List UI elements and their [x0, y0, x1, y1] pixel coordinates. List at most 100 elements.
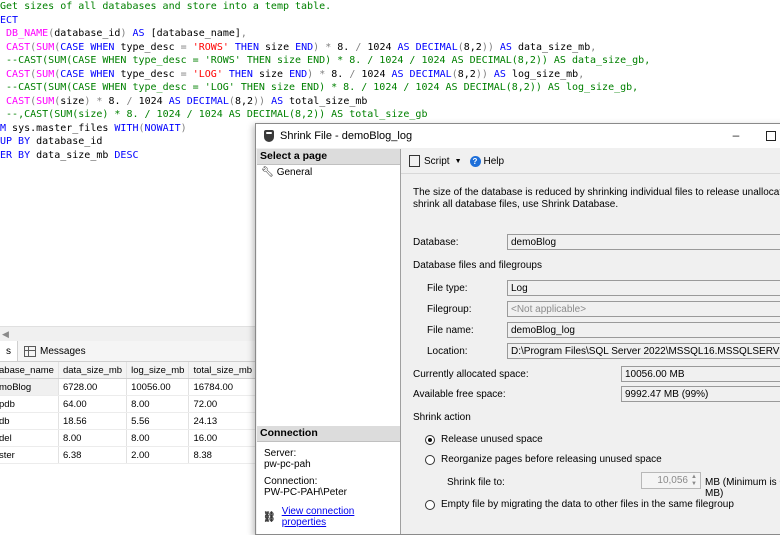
table-cell[interactable]: 72.00	[188, 395, 258, 413]
tab-messages[interactable]: Messages	[18, 341, 92, 361]
free-space-field[interactable]: 9992.47 MB (99%)	[621, 386, 780, 402]
select-page-header: Select a page	[257, 149, 400, 165]
release-unused-radio[interactable]	[425, 435, 435, 445]
code-token: ,	[578, 68, 585, 80]
reorganize-label[interactable]: Reorganize pages before releasing unused…	[441, 454, 662, 465]
code-token: WITH	[114, 122, 139, 134]
server-value: pw-pc-pah	[264, 459, 311, 470]
reorganize-radio[interactable]	[425, 455, 435, 465]
help-icon: ?	[469, 155, 481, 167]
view-connection-link[interactable]: View connection properties	[282, 506, 400, 528]
filegroup-select[interactable]: <Not applicable>	[507, 301, 780, 317]
minimize-button[interactable]: –	[721, 124, 751, 148]
script-button[interactable]: Script	[424, 156, 450, 167]
code-token: ER BY	[0, 149, 31, 161]
table-cell[interactable]: 8.00	[126, 429, 190, 447]
editor-horizontal-scrollbar[interactable]: ◀	[0, 326, 258, 341]
dialog-title: Shrink File - demoBlog_log	[280, 130, 413, 142]
code-token: SUM	[36, 41, 55, 53]
column-header[interactable]: total_size_mb	[188, 362, 258, 379]
table-row[interactable]: moBlog 6728.00 10056.00 16784.00	[0, 378, 258, 396]
code-token: END	[295, 41, 314, 53]
page-general[interactable]: 🔧︎ General	[257, 165, 400, 178]
code-token: SUM	[36, 95, 55, 107]
table-cell[interactable]: 2.00	[126, 446, 190, 464]
code-token: ,	[590, 41, 597, 53]
tab-results[interactable]: s	[0, 341, 18, 361]
stepper-arrows-icon[interactable]: ▲ ▼	[690, 474, 698, 488]
table-cell[interactable]: 8.00	[126, 395, 190, 413]
filetype-label: File type:	[427, 283, 468, 294]
connection-section: Connection Server: pw-pc-pah Connection:…	[257, 426, 400, 528]
code-line[interactable]: CAST(SUM(CASE WHEN type_desc = 'ROWS' TH…	[0, 41, 650, 55]
table-cell[interactable]: 8.38	[188, 446, 258, 464]
code-token: --,CAST(SUM(size) * 8. / 1024 / 1024 AS …	[6, 109, 428, 120]
code-line[interactable]: DB_NAME(database_id) AS [database_name],	[0, 27, 650, 41]
column-header[interactable]: log_size_mb	[126, 362, 190, 379]
description-line-1: The size of the database is reduced by s…	[413, 187, 780, 198]
code-token: CAST	[6, 68, 31, 80]
code-token: 1024	[132, 95, 169, 107]
table-cell[interactable]: ster	[0, 446, 59, 464]
database-field[interactable]: demoBlog	[507, 234, 780, 250]
code-token: AS	[132, 28, 145, 39]
code-token: ECT	[0, 14, 19, 26]
table-cell[interactable]: 5.56	[126, 412, 190, 430]
results-grid[interactable]: abase_name data_size_mb log_size_mb total_s…	[0, 362, 258, 464]
code-line[interactable]: --CAST(SUM(CASE WHEN type_desc = 'ROWS' …	[0, 54, 650, 68]
view-connection-properties[interactable]: ⛓ View connection properties	[257, 498, 400, 528]
filename-select[interactable]: demoBlog_log	[507, 322, 780, 338]
tab-messages-label: Messages	[40, 345, 86, 357]
dialog-titlebar[interactable]: Shrink File - demoBlog_log –	[256, 124, 780, 148]
dialog-right-pane: Script ▼ ? Help The size of the database…	[401, 149, 780, 534]
table-cell[interactable]: 6728.00	[58, 378, 128, 396]
code-token: sys.master_files	[6, 122, 115, 134]
code-token: 8.	[325, 68, 350, 80]
code-token: 8,2	[234, 95, 253, 107]
column-header[interactable]: data_size_mb	[58, 362, 128, 379]
code-line[interactable]: CAST(SUM(size) * 8. / 1024 AS DECIMAL(8,…	[0, 95, 650, 109]
scroll-left-icon[interactable]: ◀	[2, 327, 9, 341]
code-token: size	[252, 68, 290, 80]
release-unused-label[interactable]: Release unused space	[441, 434, 543, 445]
code-line[interactable]: CAST(SUM(CASE WHEN type_desc = 'LOG' THE…	[0, 68, 650, 82]
location-label: Location:	[427, 346, 468, 357]
table-cell[interactable]: 8.00	[58, 429, 128, 447]
filetype-select[interactable]: Log	[507, 280, 780, 296]
table-cell[interactable]: 16.00	[188, 429, 258, 447]
table-row[interactable]: del 8.00 8.00 16.00	[0, 429, 258, 447]
column-header[interactable]: abase_name	[0, 362, 59, 379]
empty-file-label[interactable]: Empty file by migrating the data to othe…	[441, 499, 734, 510]
table-cell[interactable]: moBlog	[0, 378, 59, 396]
code-line[interactable]: ECT	[0, 14, 650, 28]
table-cell[interactable]: 64.00	[58, 395, 128, 413]
table-cell[interactable]: del	[0, 429, 59, 447]
dialog-description: The size of the database is reduced by s…	[413, 187, 780, 211]
free-space-label: Available free space:	[413, 389, 506, 400]
table-cell[interactable]: 6.38	[58, 446, 128, 464]
code-line[interactable]: --CAST(SUM(CASE WHEN type_desc = 'LOG' T…	[0, 81, 650, 95]
table-cell[interactable]: 10056.00	[126, 378, 190, 396]
table-cell[interactable]: pdb	[0, 395, 59, 413]
table-cell[interactable]: 18.56	[58, 412, 128, 430]
location-field[interactable]: D:\Program Files\SQL Server 2022\MSSQL16…	[507, 343, 780, 359]
code-line[interactable]: --,CAST(SUM(size) * 8. / 1024 / 1024 AS …	[0, 108, 650, 122]
table-row[interactable]: pdb 64.00 8.00 72.00	[0, 395, 258, 413]
code-token: END	[289, 68, 308, 80]
shrink-to-stepper[interactable]: 10,056 ▲ ▼	[641, 472, 701, 489]
code-token: AS DECIMAL	[391, 68, 452, 80]
code-token: type_desc	[114, 41, 181, 53]
maximize-button[interactable]	[756, 124, 780, 148]
allocated-field[interactable]: 10056.00 MB	[621, 366, 780, 382]
table-cell[interactable]: 16784.00	[188, 378, 258, 396]
script-dropdown-icon[interactable]: ▼	[455, 158, 462, 165]
table-cell[interactable]: db	[0, 412, 59, 430]
empty-file-radio[interactable]	[425, 500, 435, 510]
code-line[interactable]: Get sizes of all databases and store int…	[0, 0, 650, 14]
table-cell[interactable]: 24.13	[188, 412, 258, 430]
connection-properties-icon: ⛓	[263, 511, 276, 523]
table-row[interactable]: ster 6.38 2.00 8.38	[0, 446, 258, 464]
help-button[interactable]: Help	[484, 156, 505, 167]
dialog-toolbar: Script ▼ ? Help	[401, 149, 780, 174]
table-row[interactable]: db 18.56 5.56 24.13	[0, 412, 258, 430]
